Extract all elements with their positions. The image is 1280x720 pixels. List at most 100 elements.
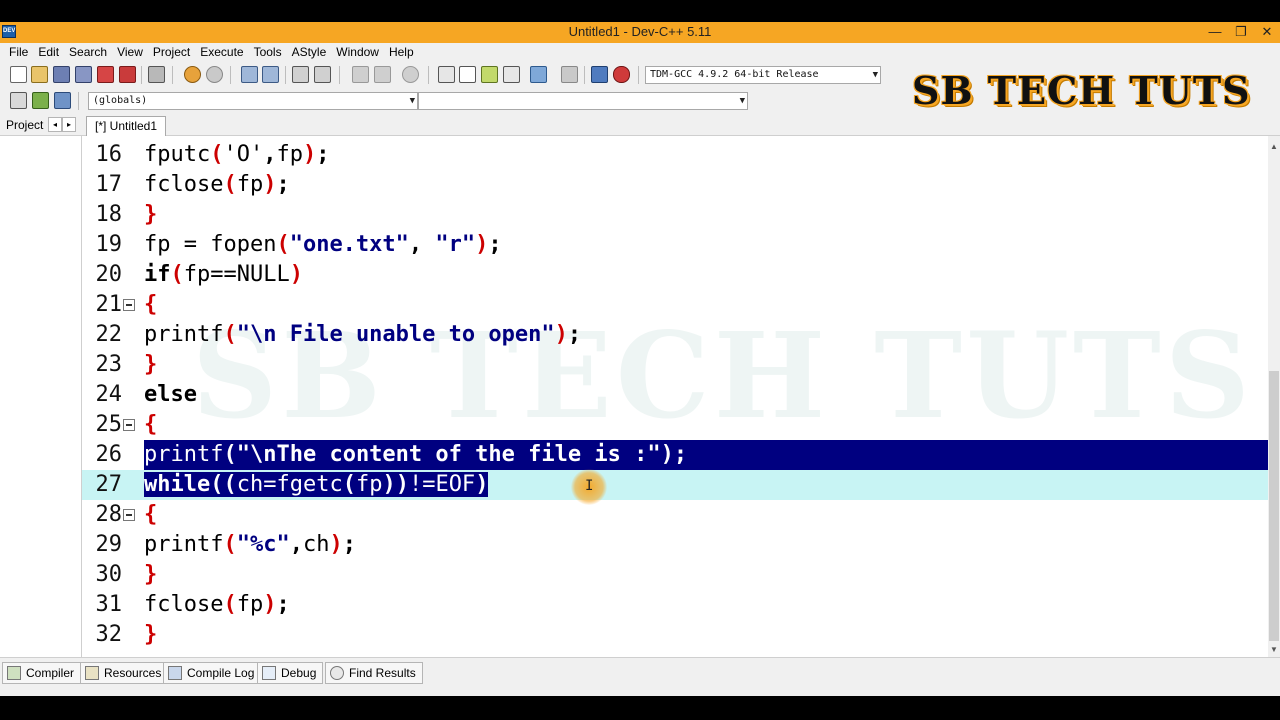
panel-tab-bar: Project ◂ ▸ [*] Untitled1 — [0, 114, 1280, 136]
menu-search[interactable]: Search — [64, 43, 112, 62]
profile-chart-icon[interactable] — [591, 66, 608, 83]
toolbar-separator — [78, 92, 79, 110]
search-icon — [330, 666, 344, 680]
tab-resources[interactable]: Resources — [80, 662, 169, 684]
run-icon[interactable] — [459, 66, 476, 83]
code-line-19: 19 fp = fopen("one.txt", "r"); — [82, 230, 1268, 260]
maximize-button[interactable]: ❐ — [1228, 22, 1254, 43]
code-line-24: 24 else — [82, 380, 1268, 410]
code-line-30: 30 } — [82, 560, 1268, 590]
rebuild-all-icon[interactable] — [503, 66, 520, 83]
menu-astyle[interactable]: AStyle — [287, 43, 332, 62]
menu-edit[interactable]: Edit — [33, 43, 64, 62]
close-all-icon[interactable] — [119, 66, 136, 83]
code-line-18: 18 } — [82, 200, 1268, 230]
window-title: Untitled1 - Dev-C++ 5.11 — [568, 24, 712, 39]
undo-icon[interactable] — [184, 66, 201, 83]
menu-tools[interactable]: Tools — [249, 43, 287, 62]
chevron-right-icon[interactable]: ▸ — [62, 117, 76, 132]
code-line-27-current: 27 while((ch=fgetc(fp))!=EOF) — [82, 470, 1268, 500]
line-number: 18 — [95, 202, 123, 227]
main-toolbar: TDM-GCC 4.9.2 64-bit Release ▼ — [0, 62, 905, 88]
line-number: 22 — [95, 322, 123, 347]
open-file-icon[interactable] — [31, 66, 48, 83]
tab-compile-log[interactable]: Compile Log — [163, 662, 262, 684]
minimize-button[interactable]: — — [1202, 22, 1228, 43]
close-file-icon[interactable] — [97, 66, 114, 83]
print-icon[interactable] — [148, 66, 165, 83]
goto-bookmark-icon[interactable] — [54, 92, 71, 109]
save-icon[interactable] — [53, 66, 70, 83]
tab-compile-log-label: Compile Log — [187, 666, 255, 680]
code-editor[interactable]: SB TECH TUTS 16 fputc('O',fp); 17 fclose… — [82, 136, 1268, 657]
code-text: printf("\n File unable to open"); — [144, 322, 582, 347]
class-browser-toolbar: (globals) ▼ ▼ — [0, 88, 905, 114]
top-black-bar — [0, 0, 1280, 22]
scroll-down-icon[interactable]: ▼ — [1268, 643, 1280, 657]
resources-icon — [85, 666, 99, 680]
compiler-select[interactable]: TDM-GCC 4.9.2 64-bit Release ▼ — [645, 66, 881, 84]
code-line-29: 29 printf("%c",ch); — [82, 530, 1268, 560]
fold-toggle-icon[interactable] — [123, 509, 135, 521]
debug-bug-icon[interactable] — [613, 66, 630, 83]
stop-icon[interactable] — [561, 66, 578, 83]
toolbar-separator — [428, 66, 429, 84]
code-text: } — [144, 352, 158, 377]
line-number: 28 — [95, 502, 123, 527]
new-file-icon[interactable] — [10, 66, 27, 83]
menu-execute[interactable]: Execute — [195, 43, 248, 62]
title-bar: DEV Untitled1 - Dev-C++ 5.11 — ❐ ✕ — [0, 22, 1280, 43]
code-text: fclose(fp); — [144, 172, 290, 197]
compile-run-icon[interactable] — [481, 66, 498, 83]
insert-icon[interactable] — [10, 92, 27, 109]
menu-project[interactable]: Project — [148, 43, 195, 62]
scrollbar-thumb[interactable] — [1269, 371, 1279, 641]
chevron-left-icon[interactable]: ◂ — [48, 117, 62, 132]
close-button[interactable]: ✕ — [1254, 22, 1280, 43]
tab-compiler[interactable]: Compiler — [2, 662, 82, 684]
tab-debug[interactable]: Debug — [257, 662, 324, 684]
line-number: 16 — [95, 142, 123, 167]
save-all-icon[interactable] — [75, 66, 92, 83]
goto-forward-icon[interactable] — [374, 66, 391, 83]
fold-toggle-icon[interactable] — [123, 419, 135, 431]
scroll-up-icon[interactable]: ▲ — [1268, 140, 1280, 154]
code-text: } — [144, 562, 158, 587]
compile-icon[interactable] — [438, 66, 455, 83]
unindent-icon[interactable] — [314, 66, 331, 83]
editor-vertical-scrollbar[interactable]: ▲ ▼ — [1268, 136, 1280, 657]
toolbar-separator — [230, 66, 231, 84]
toolbar-separator — [141, 66, 142, 84]
syntax-check-icon[interactable] — [530, 66, 547, 83]
goto-back-icon[interactable] — [352, 66, 369, 83]
redo-icon[interactable] — [206, 66, 223, 83]
tab-find-results-label: Find Results — [349, 666, 416, 680]
line-number: 25 — [95, 412, 123, 437]
toolbar-separator — [172, 66, 173, 84]
scope-select[interactable]: (globals) ▼ — [88, 92, 418, 110]
member-select[interactable]: ▼ — [418, 92, 748, 110]
toolbar-separator — [339, 66, 340, 84]
project-panel-label[interactable]: Project — [6, 118, 43, 132]
menu-help[interactable]: Help — [384, 43, 419, 62]
code-text: if(fp==NULL) — [144, 262, 303, 287]
code-line-23: 23 } — [82, 350, 1268, 380]
code-text: { — [144, 502, 158, 527]
compiler-grid-icon — [7, 666, 21, 680]
code-line-21: 21 { — [82, 290, 1268, 320]
replace-icon[interactable] — [262, 66, 279, 83]
tab-find-results[interactable]: Find Results — [325, 662, 423, 684]
editor-tab-untitled1[interactable]: [*] Untitled1 — [86, 116, 167, 136]
bar-chart-icon — [168, 666, 182, 680]
find-icon[interactable] — [241, 66, 258, 83]
menu-window[interactable]: Window — [331, 43, 384, 62]
toggle-bookmark-icon[interactable] — [32, 92, 49, 109]
code-line-26: 26 printf("\nThe content of the file is … — [82, 440, 1268, 470]
menu-view[interactable]: View — [112, 43, 148, 62]
project-panel — [0, 136, 82, 657]
bookmark-icon[interactable] — [402, 66, 419, 83]
menu-file[interactable]: File — [4, 43, 33, 62]
indent-icon[interactable] — [292, 66, 309, 83]
fold-toggle-icon[interactable] — [123, 299, 135, 311]
line-number: 20 — [95, 262, 123, 287]
